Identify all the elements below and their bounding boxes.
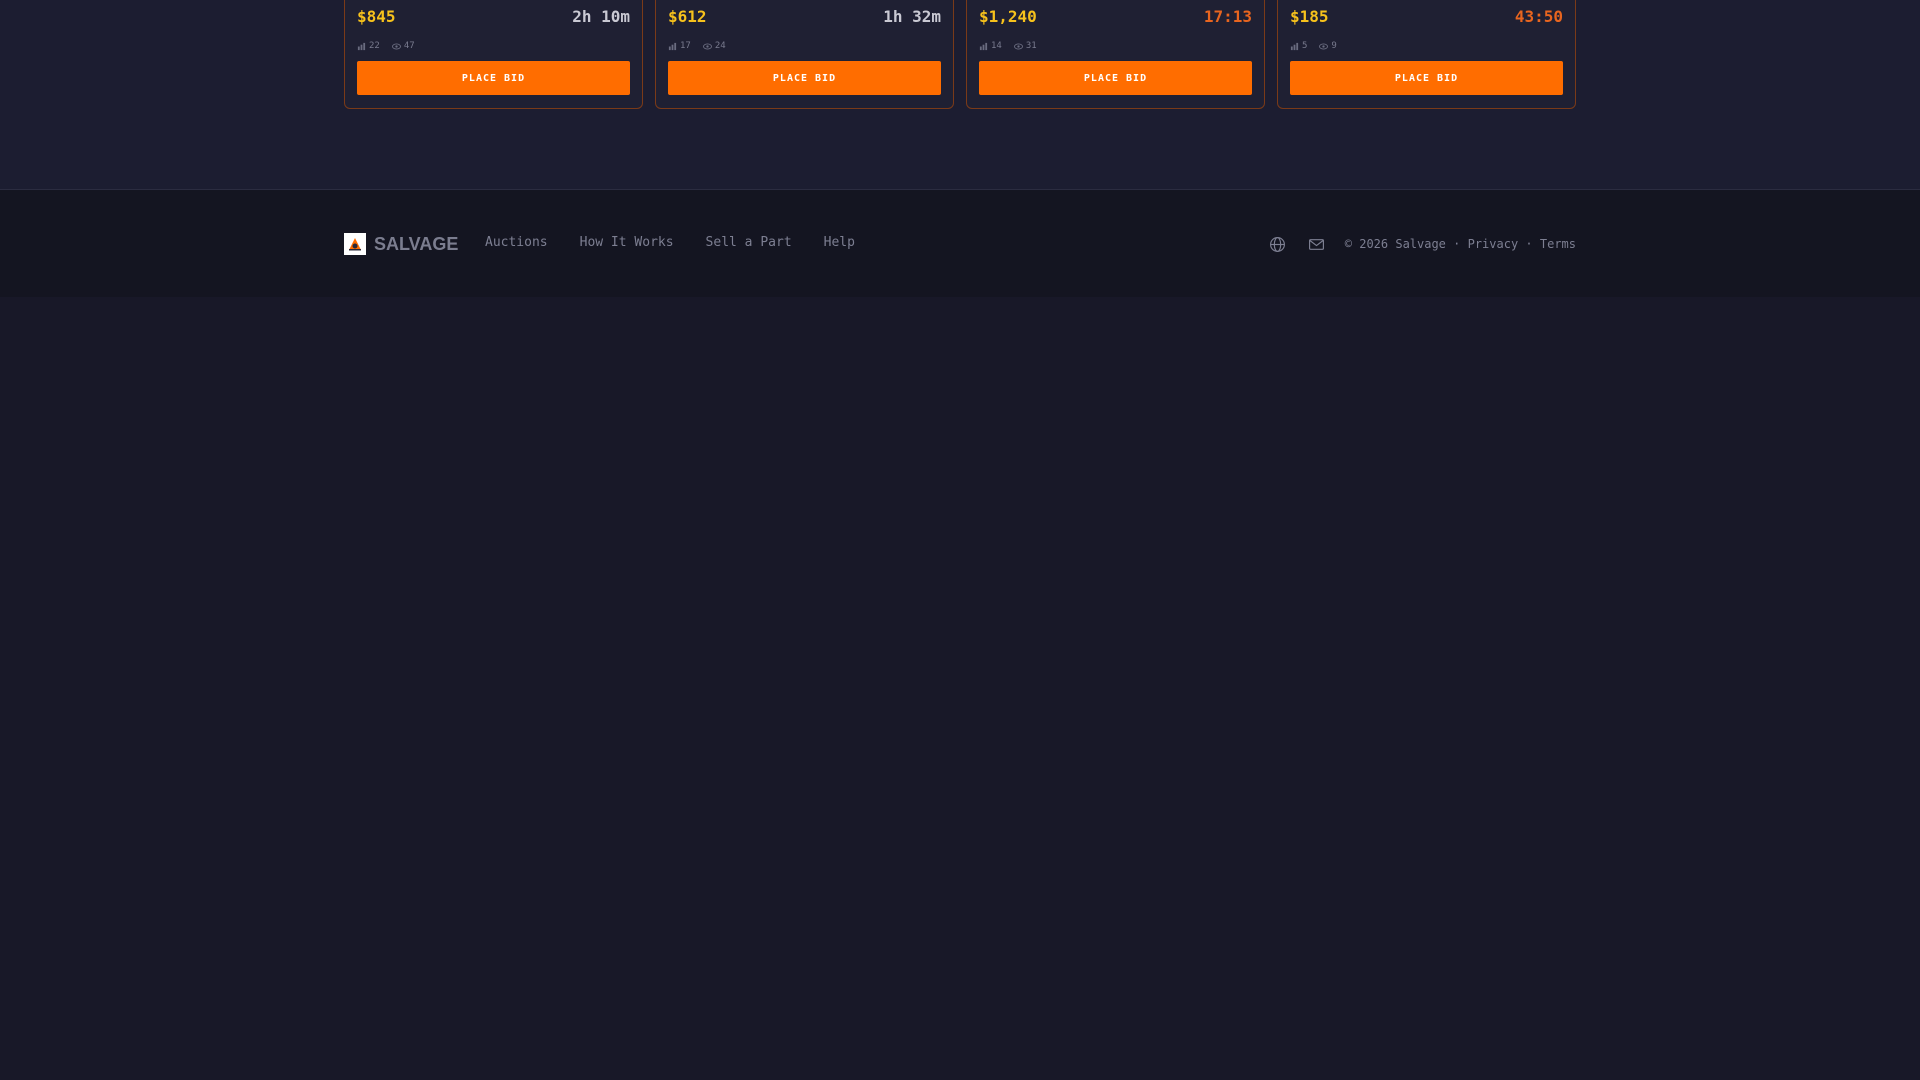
auction-card: $1,240 17:13 14 31 PLACE BID [966, 0, 1265, 109]
footer-brand[interactable]: SALVAGE [344, 233, 458, 255]
eye-icon [1013, 43, 1023, 49]
bid-count-value: 17 [680, 41, 691, 51]
copyright: © 2026 Salvage [1344, 237, 1446, 251]
gear-icon [349, 238, 361, 251]
eye-icon [391, 43, 401, 49]
footer-link-help[interactable]: Help [824, 235, 855, 250]
auction-card-grid: $845 2h 10m 22 47 PLACE BID $612 1h 32m [344, 0, 1576, 109]
globe-icon[interactable] [1269, 236, 1286, 253]
card-stats: 22 47 [357, 40, 427, 52]
current-price: $845 [357, 7, 396, 26]
bid-count: 22 [357, 41, 380, 51]
separator: · [1445, 237, 1468, 251]
auction-card: $185 43:50 5 9 PLACE BID [1277, 0, 1576, 109]
footer-link-sell-a-part[interactable]: Sell a Part [706, 235, 792, 250]
place-bid-button[interactable]: PLACE BID [1290, 61, 1563, 95]
auction-card: $612 1h 32m 17 24 PLACE BID [655, 0, 954, 109]
place-bid-button[interactable]: PLACE BID [979, 61, 1252, 95]
site-footer: SALVAGE Auctions How It Works Sell a Par… [0, 190, 1920, 297]
bids-icon [1290, 42, 1299, 50]
auction-card: $845 2h 10m 22 47 PLACE BID [344, 0, 643, 109]
bid-count-value: 22 [369, 41, 380, 51]
watcher-count: 47 [391, 41, 415, 51]
terms-link[interactable]: Terms [1540, 237, 1576, 251]
brand-name: SALVAGE [374, 233, 459, 254]
bid-count-value: 14 [991, 41, 1002, 51]
footer-link-how-it-works[interactable]: How It Works [580, 235, 674, 250]
eye-icon [702, 43, 712, 49]
bids-icon [357, 42, 366, 50]
time-remaining: 43:50 [1514, 7, 1563, 26]
current-price: $612 [668, 7, 707, 26]
auction-section: $845 2h 10m 22 47 PLACE BID $612 1h 32m [0, 0, 1920, 189]
watcher-count-value: 24 [714, 41, 726, 51]
time-remaining: 1h 32m [883, 7, 941, 26]
footer-content: SALVAGE Auctions How It Works Sell a Par… [344, 190, 1576, 297]
bids-icon [979, 42, 988, 50]
place-bid-button[interactable]: PLACE BID [357, 61, 630, 95]
current-price: $185 [1290, 7, 1329, 26]
separator: · [1518, 237, 1540, 251]
salvage-logo-icon [344, 233, 366, 255]
watcher-count-value: 47 [403, 41, 415, 51]
card-stats: 17 24 [668, 40, 738, 52]
bid-count: 14 [979, 41, 1002, 51]
watcher-count-value: 31 [1025, 41, 1037, 51]
footer-nav: Auctions How It Works Sell a Part Help [485, 235, 887, 250]
bid-count: 17 [668, 41, 691, 51]
time-remaining: 17:13 [1203, 7, 1252, 26]
card-stats: 14 31 [979, 40, 1049, 52]
legal-text: © 2026 Salvage · Privacy · Terms [1345, 237, 1576, 251]
watcher-count: 9 [1319, 41, 1337, 51]
bid-count: 5 [1290, 41, 1307, 51]
privacy-link[interactable]: Privacy [1468, 237, 1519, 251]
bids-icon [668, 42, 677, 50]
watcher-count: 24 [702, 41, 726, 51]
watcher-count: 31 [1013, 41, 1037, 51]
current-price: $1,240 [979, 7, 1037, 26]
watcher-count-value: 9 [1331, 41, 1337, 51]
card-stats: 5 9 [1290, 40, 1349, 52]
eye-icon [1319, 43, 1329, 49]
footer-right: © 2026 Salvage · Privacy · Terms [1247, 234, 1576, 254]
place-bid-button[interactable]: PLACE BID [668, 61, 941, 95]
footer-link-auctions[interactable]: Auctions [485, 235, 548, 250]
mail-icon[interactable] [1308, 236, 1325, 253]
bid-count-value: 5 [1302, 41, 1308, 51]
time-remaining: 2h 10m [572, 7, 630, 26]
